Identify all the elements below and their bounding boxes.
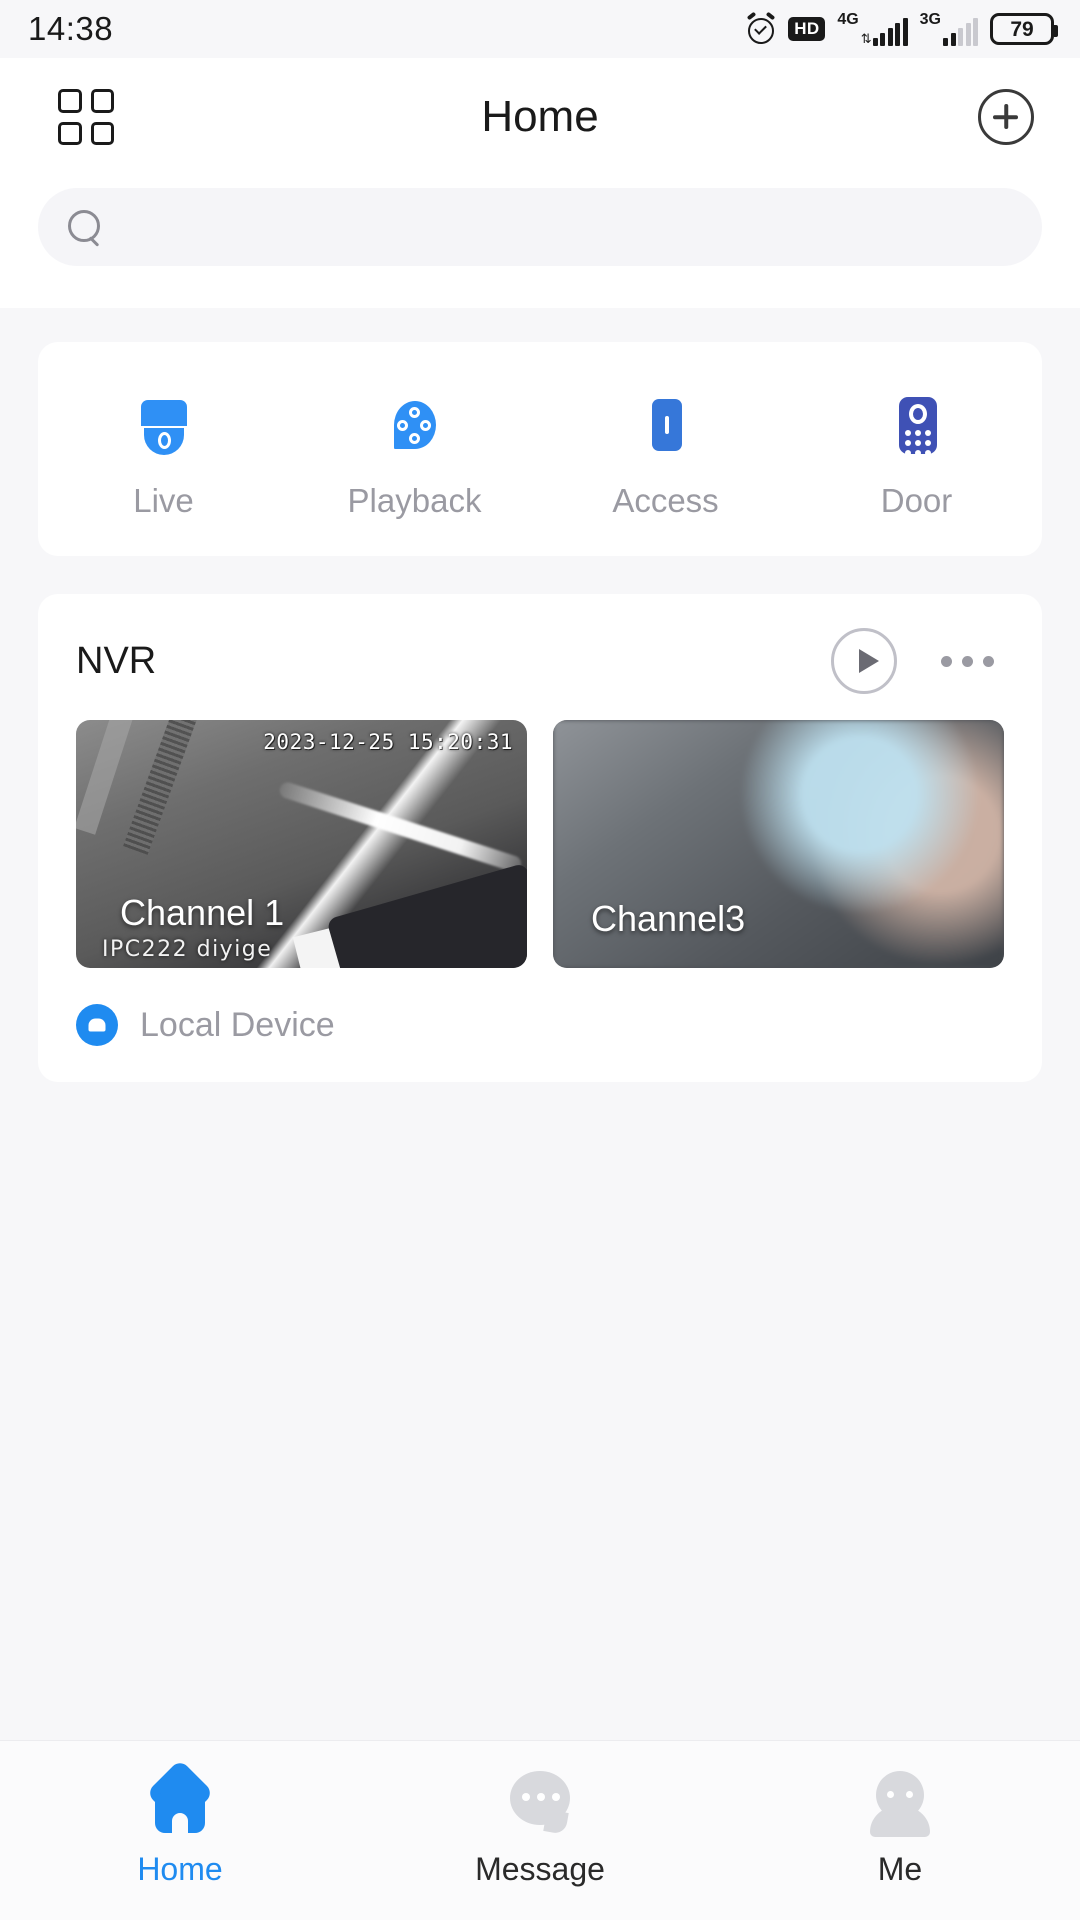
profile-icon [864,1767,936,1837]
plus-circle-icon[interactable] [978,89,1034,145]
local-device-icon [76,1004,118,1046]
quick-action-label: Playback [347,482,482,519]
signal-4g: 4G ⇅ [837,11,908,46]
quick-action-live[interactable]: Live [38,394,289,520]
status-time: 14:38 [28,10,114,47]
local-device-row[interactable]: Local Device [38,968,1042,1052]
nav-item-me[interactable]: Me [720,1767,1080,1888]
status-icons: HD 4G ⇅ 3G 79 [746,11,1058,46]
search-section [0,176,1080,308]
nav-label: Message [475,1851,605,1887]
signal-bars-4g [872,18,908,46]
hd-badge: HD [788,17,826,41]
search-bar[interactable] [38,188,1042,266]
nav-label: Me [877,1851,923,1887]
channel-name: Channel 1 [120,892,285,933]
signal-bars-3g [943,18,978,46]
channel-sub-label: IPC222 diyige [102,937,273,962]
bottom-navigation: Home Message Me [0,1740,1080,1920]
dome-camera-icon [133,394,195,456]
main-content: Live Playback Access Door NVR 2023-12-25… [0,308,1080,1082]
device-card-nvr: NVR 2023-12-25 15:20:31 Channel 1 IPC222… [38,594,1042,1082]
home-icon [144,1759,216,1835]
film-reel-icon [384,394,446,456]
signal-3g: 3G [920,12,978,46]
search-icon [68,210,102,244]
nav-label: Home [137,1851,223,1887]
search-input[interactable] [120,210,1012,244]
page-title: Home [481,92,599,141]
quick-action-label: Door [880,482,953,519]
quick-action-playback[interactable]: Playback [289,394,540,520]
channel-name: Channel3 [591,898,746,939]
device-title: NVR [76,639,157,682]
channel-list: 2023-12-25 15:20:31 Channel 1 IPC222 diy… [38,720,1042,968]
battery-level: 79 [1010,17,1034,41]
local-device-label: Local Device [140,1005,335,1044]
quick-action-door[interactable]: Door [791,394,1042,520]
nav-item-message[interactable]: Message [360,1767,720,1888]
app-header: Home [0,58,1080,176]
channel-thumbnail[interactable]: 2023-12-25 15:20:31 Channel 1 IPC222 diy… [76,720,527,968]
nav-item-home[interactable]: Home [0,1759,360,1888]
more-dots-icon[interactable] [941,655,1004,667]
data-arrows-icon: ⇅ [860,31,872,46]
quick-action-access[interactable]: Access [540,394,791,520]
signal-4g-label: 4G [837,11,859,28]
quick-action-label: Live [133,482,194,519]
play-circle-icon[interactable] [831,628,897,694]
message-bubble-icon [504,1767,576,1835]
signal-3g-label: 3G [919,11,941,28]
device-card-header: NVR [38,594,1042,720]
quick-actions-card: Live Playback Access Door [38,342,1042,556]
grid-menu-icon[interactable] [58,89,114,145]
channel-timestamp: 2023-12-25 15:20:31 [263,730,513,754]
quick-action-label: Access [612,482,719,519]
intercom-icon [886,394,948,456]
battery-indicator: 79 [990,13,1058,45]
status-bar: 14:38 HD 4G ⇅ 3G 79 [0,0,1080,58]
channel-thumbnail[interactable]: Channel3 [553,720,1004,968]
alarm-clock-icon [746,11,776,44]
access-card-icon [635,394,697,456]
